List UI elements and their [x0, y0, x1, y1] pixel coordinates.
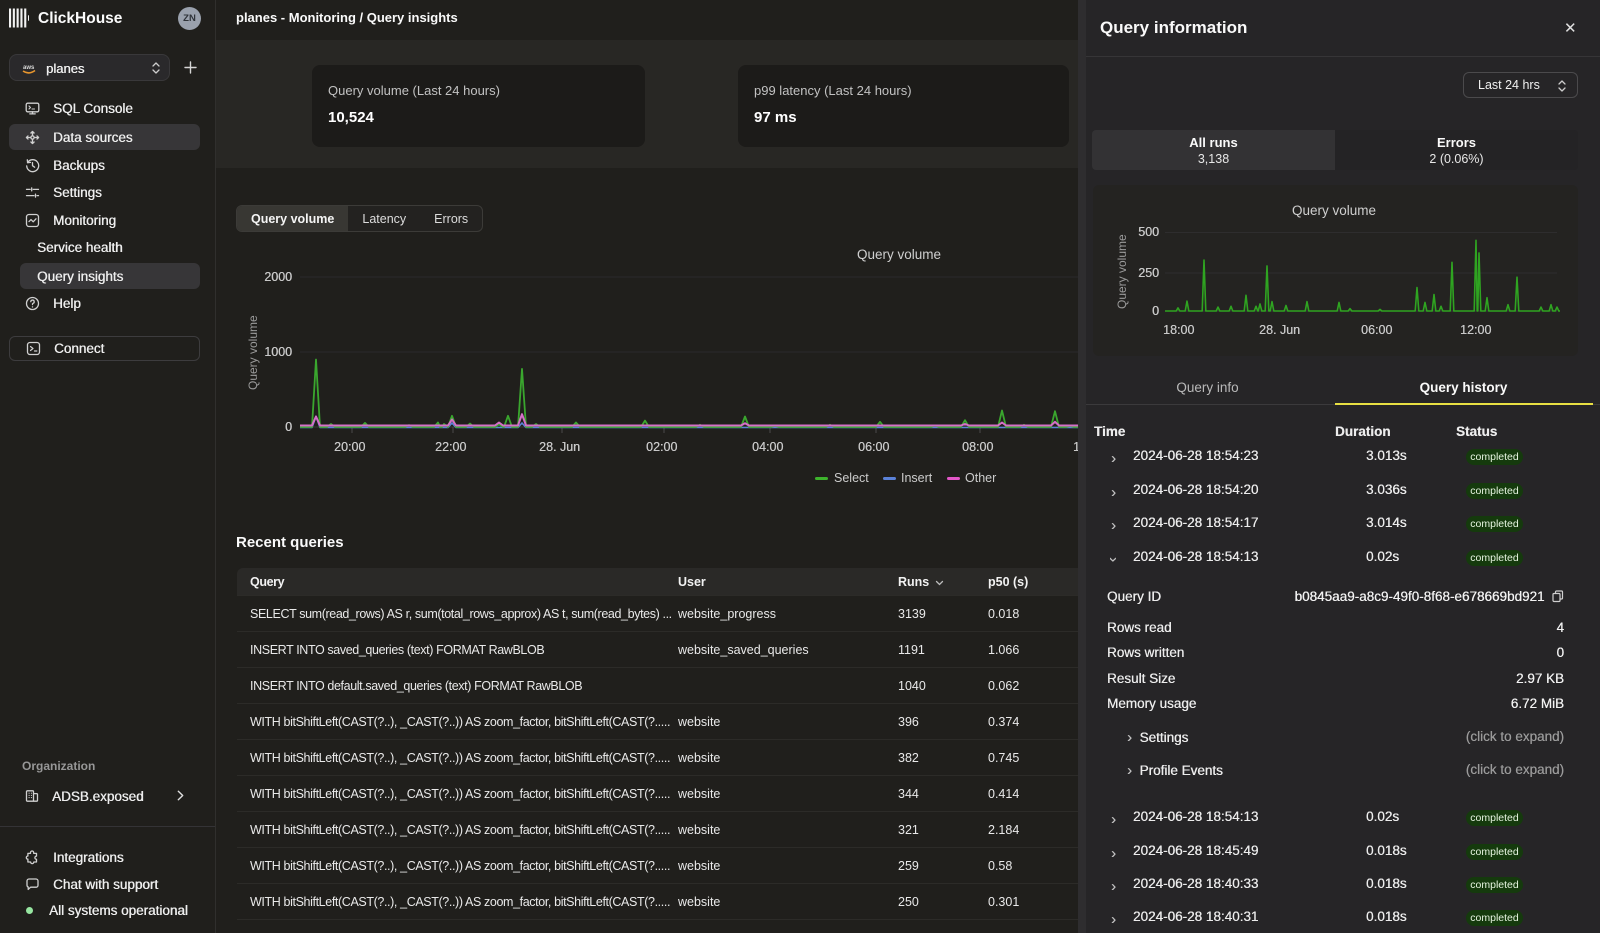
svg-text:aws: aws: [23, 65, 35, 71]
